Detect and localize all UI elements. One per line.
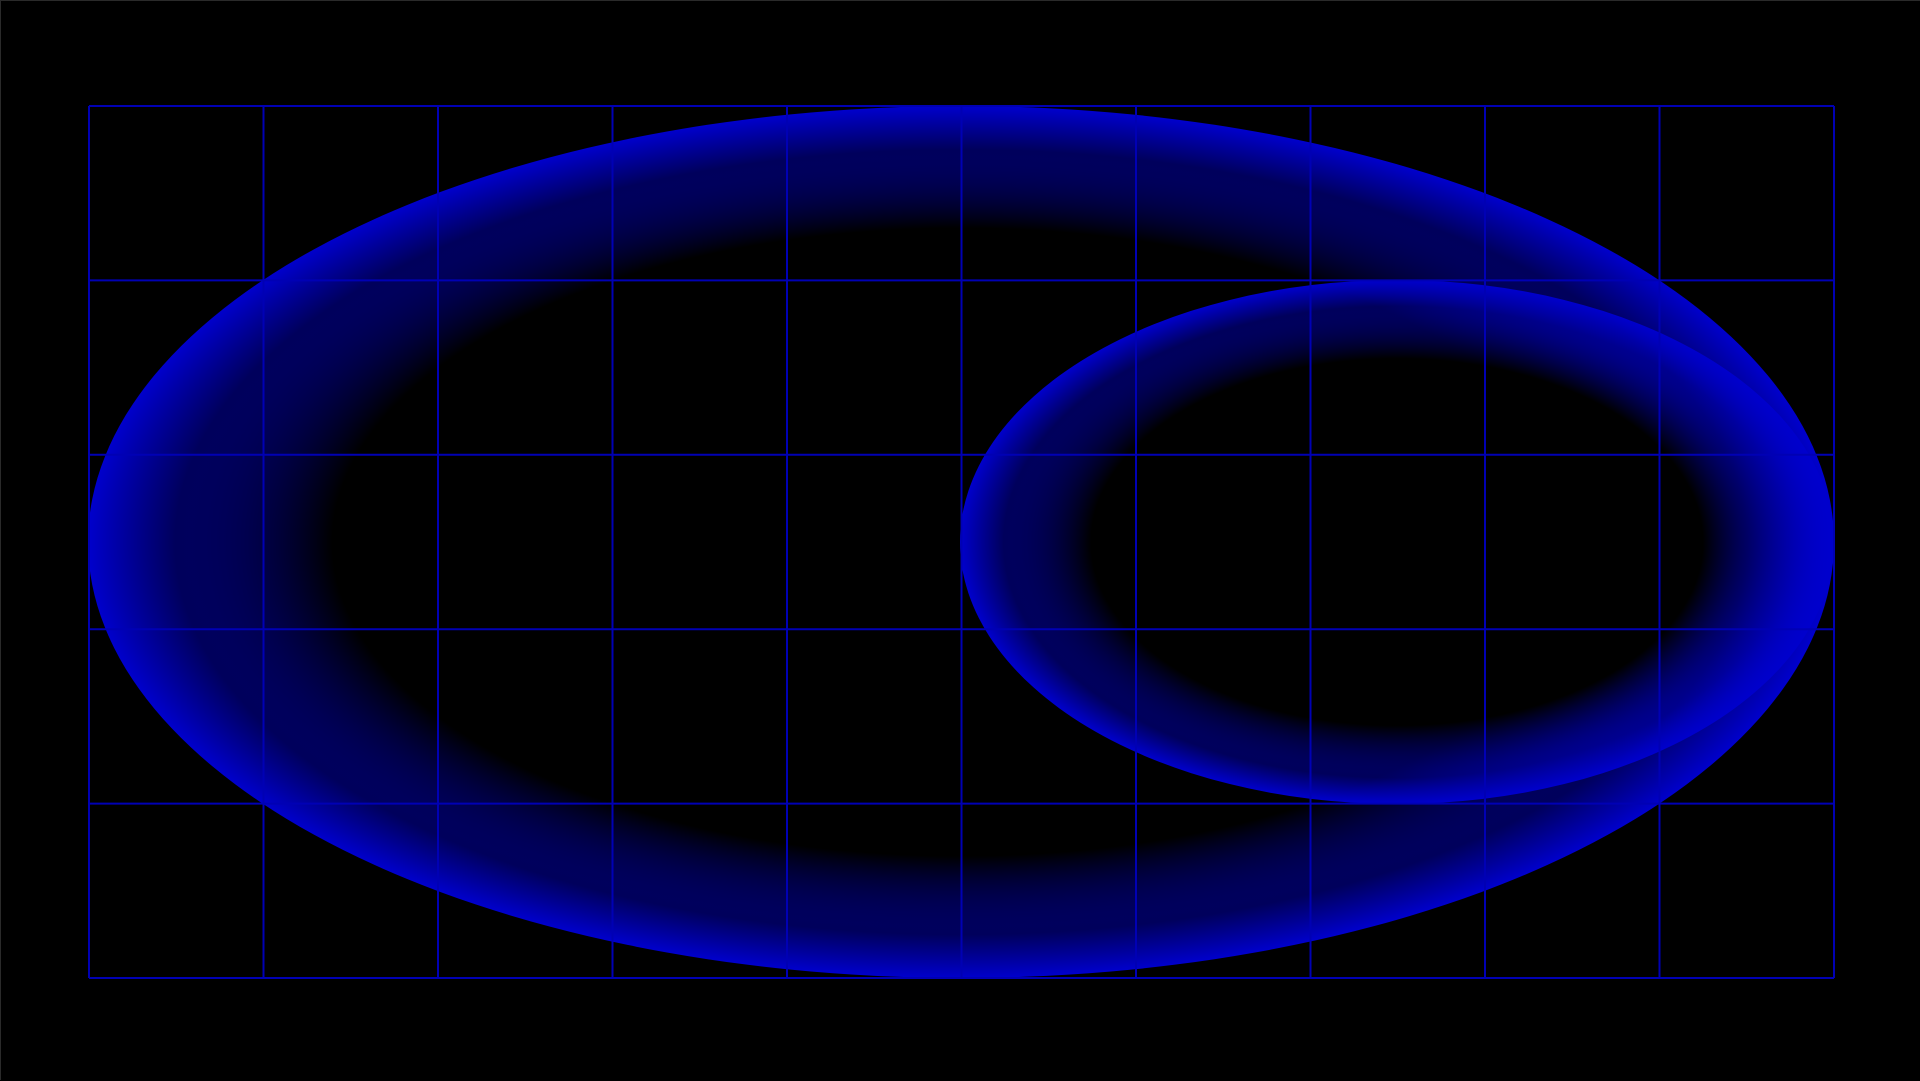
small-glow-ellipse [960, 280, 1834, 804]
grid-ellipse-scene [1, 1, 1920, 1081]
canvas-stage [0, 0, 1920, 1081]
